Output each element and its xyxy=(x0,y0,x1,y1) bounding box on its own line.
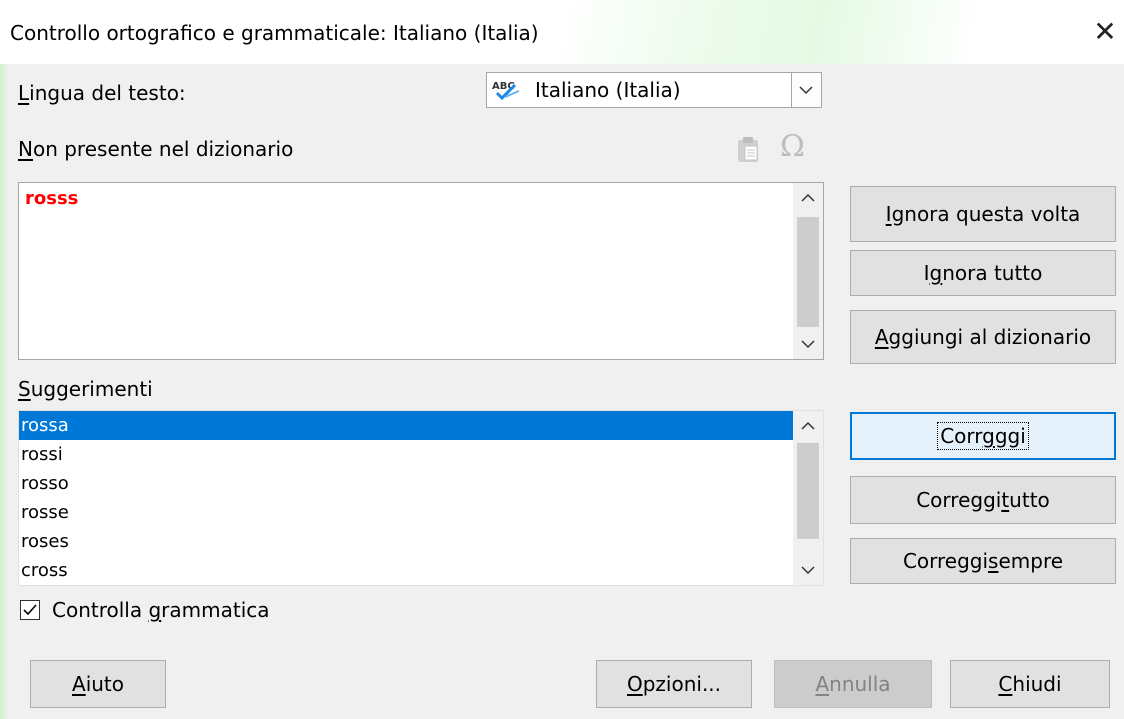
correct-always-label-pre: Correggi xyxy=(902,549,989,573)
correct-mnemonic: g xyxy=(982,424,995,448)
title-bar: Controllo ortografico e grammaticale: It… xyxy=(0,0,1124,64)
omega-icon[interactable]: Ω xyxy=(780,130,805,164)
grammar-label-post: rammatica xyxy=(161,598,270,622)
list-item[interactable]: cross xyxy=(19,556,795,585)
text-box-scrollbar[interactable] xyxy=(793,183,823,359)
not-in-dictionary-mnemonic: N xyxy=(18,137,33,161)
window-edge-accent xyxy=(0,0,8,719)
suggestions-scrollbar[interactable] xyxy=(793,411,823,585)
language-label-rest: ingua del testo: xyxy=(29,81,186,105)
help-button[interactable]: Aiuto xyxy=(30,660,166,708)
help-label: iuto xyxy=(85,672,124,696)
undo-label: nnulla xyxy=(829,672,891,696)
add-dictionary-mnemonic: A xyxy=(874,325,889,349)
undo-button: Annulla xyxy=(774,660,932,708)
ignore-once-button[interactable]: Ignora questa volta xyxy=(850,186,1116,242)
language-label-mnemonic: L xyxy=(18,81,30,105)
scroll-thumb[interactable] xyxy=(797,443,819,539)
not-in-dictionary-label-rest: on presente nel dizionario xyxy=(32,137,294,161)
ignore-all-button[interactable]: Ig nora tutto xyxy=(850,250,1116,296)
correct-label-pre: Corr xyxy=(940,424,983,448)
grammar-checkbox-label[interactable]: Controlla grammatica xyxy=(52,597,270,623)
add-to-dictionary-button[interactable]: Aggiungi al dizionario xyxy=(850,310,1116,364)
correct-all-label-pre: Correggi xyxy=(916,488,1002,512)
scroll-up-icon[interactable] xyxy=(793,411,823,441)
chevron-down-icon[interactable] xyxy=(791,73,821,107)
options-mnemonic: O xyxy=(626,672,643,696)
add-dictionary-label: ggiungi al dizionario xyxy=(888,325,1092,349)
scroll-thumb[interactable] xyxy=(797,217,819,327)
window-title: Controllo ortografico e grammaticale: It… xyxy=(10,21,539,45)
correct-always-mnemonic: s xyxy=(988,549,999,573)
correct-all-button[interactable]: Correggi t utto xyxy=(850,476,1116,524)
suggestions-label-rest: uggerimenti xyxy=(30,377,153,401)
undo-mnemonic: A xyxy=(815,672,830,696)
correct-all-label-post: utto xyxy=(1009,488,1050,512)
correct-always-button[interactable]: Correggi s empre xyxy=(850,538,1116,584)
ignore-all-mnemonic: g xyxy=(929,261,943,285)
correct-label-post: ggi xyxy=(994,424,1026,448)
correct-button[interactable]: Corrgggi xyxy=(850,412,1116,460)
list-item[interactable]: roses xyxy=(19,527,795,556)
language-select[interactable]: ABC Italiano (Italia) xyxy=(486,72,822,108)
list-item[interactable]: rossi xyxy=(19,440,795,469)
correct-all-mnemonic: t xyxy=(1001,488,1010,512)
close-label: hiudi xyxy=(1012,672,1062,696)
close-icon[interactable]: ✕ xyxy=(1092,18,1118,46)
list-item[interactable]: rosse xyxy=(19,498,795,527)
scroll-down-icon[interactable] xyxy=(793,329,823,359)
suggestions-mnemonic: S xyxy=(18,377,31,401)
ignore-once-label: gnora questa volta xyxy=(891,202,1081,226)
misspelled-word: rosss xyxy=(25,188,79,209)
not-in-dictionary-label: Non presente nel dizionario xyxy=(18,136,293,162)
correct-always-label-post: empre xyxy=(998,549,1064,573)
spellcheck-abc-icon: ABC xyxy=(492,81,520,101)
list-item[interactable]: rossa xyxy=(19,411,795,440)
scroll-up-icon[interactable] xyxy=(793,183,823,213)
language-select-value: Italiano (Italia) xyxy=(535,78,681,102)
close-button[interactable]: Chiudi xyxy=(950,660,1110,708)
help-mnemonic: A xyxy=(72,672,86,696)
title-bar-accent xyxy=(560,0,1080,64)
correct-button-focus: Corrgggi xyxy=(937,422,1029,450)
grammar-label-pre: Controlla xyxy=(52,598,149,622)
ignore-all-label-post: nora tutto xyxy=(942,261,1043,285)
language-label: Lingua del testo: xyxy=(18,80,186,106)
suggestions-list[interactable]: rossa rossi rosso rosse roses cross xyxy=(18,410,824,586)
scroll-down-icon[interactable] xyxy=(793,555,823,585)
options-button[interactable]: Opzioni... xyxy=(596,660,752,708)
list-item[interactable]: rosso xyxy=(19,469,795,498)
suggestions-label: Suggerimenti xyxy=(18,376,153,402)
close-mnemonic: C xyxy=(998,672,1013,696)
checkmark-icon xyxy=(23,604,37,616)
misspelled-text-box[interactable]: rosss xyxy=(18,182,824,360)
clipboard-icon xyxy=(738,137,758,162)
grammar-checkbox[interactable] xyxy=(20,600,40,620)
grammar-mnemonic: g xyxy=(148,598,162,622)
options-label: pzioni... xyxy=(642,672,722,696)
